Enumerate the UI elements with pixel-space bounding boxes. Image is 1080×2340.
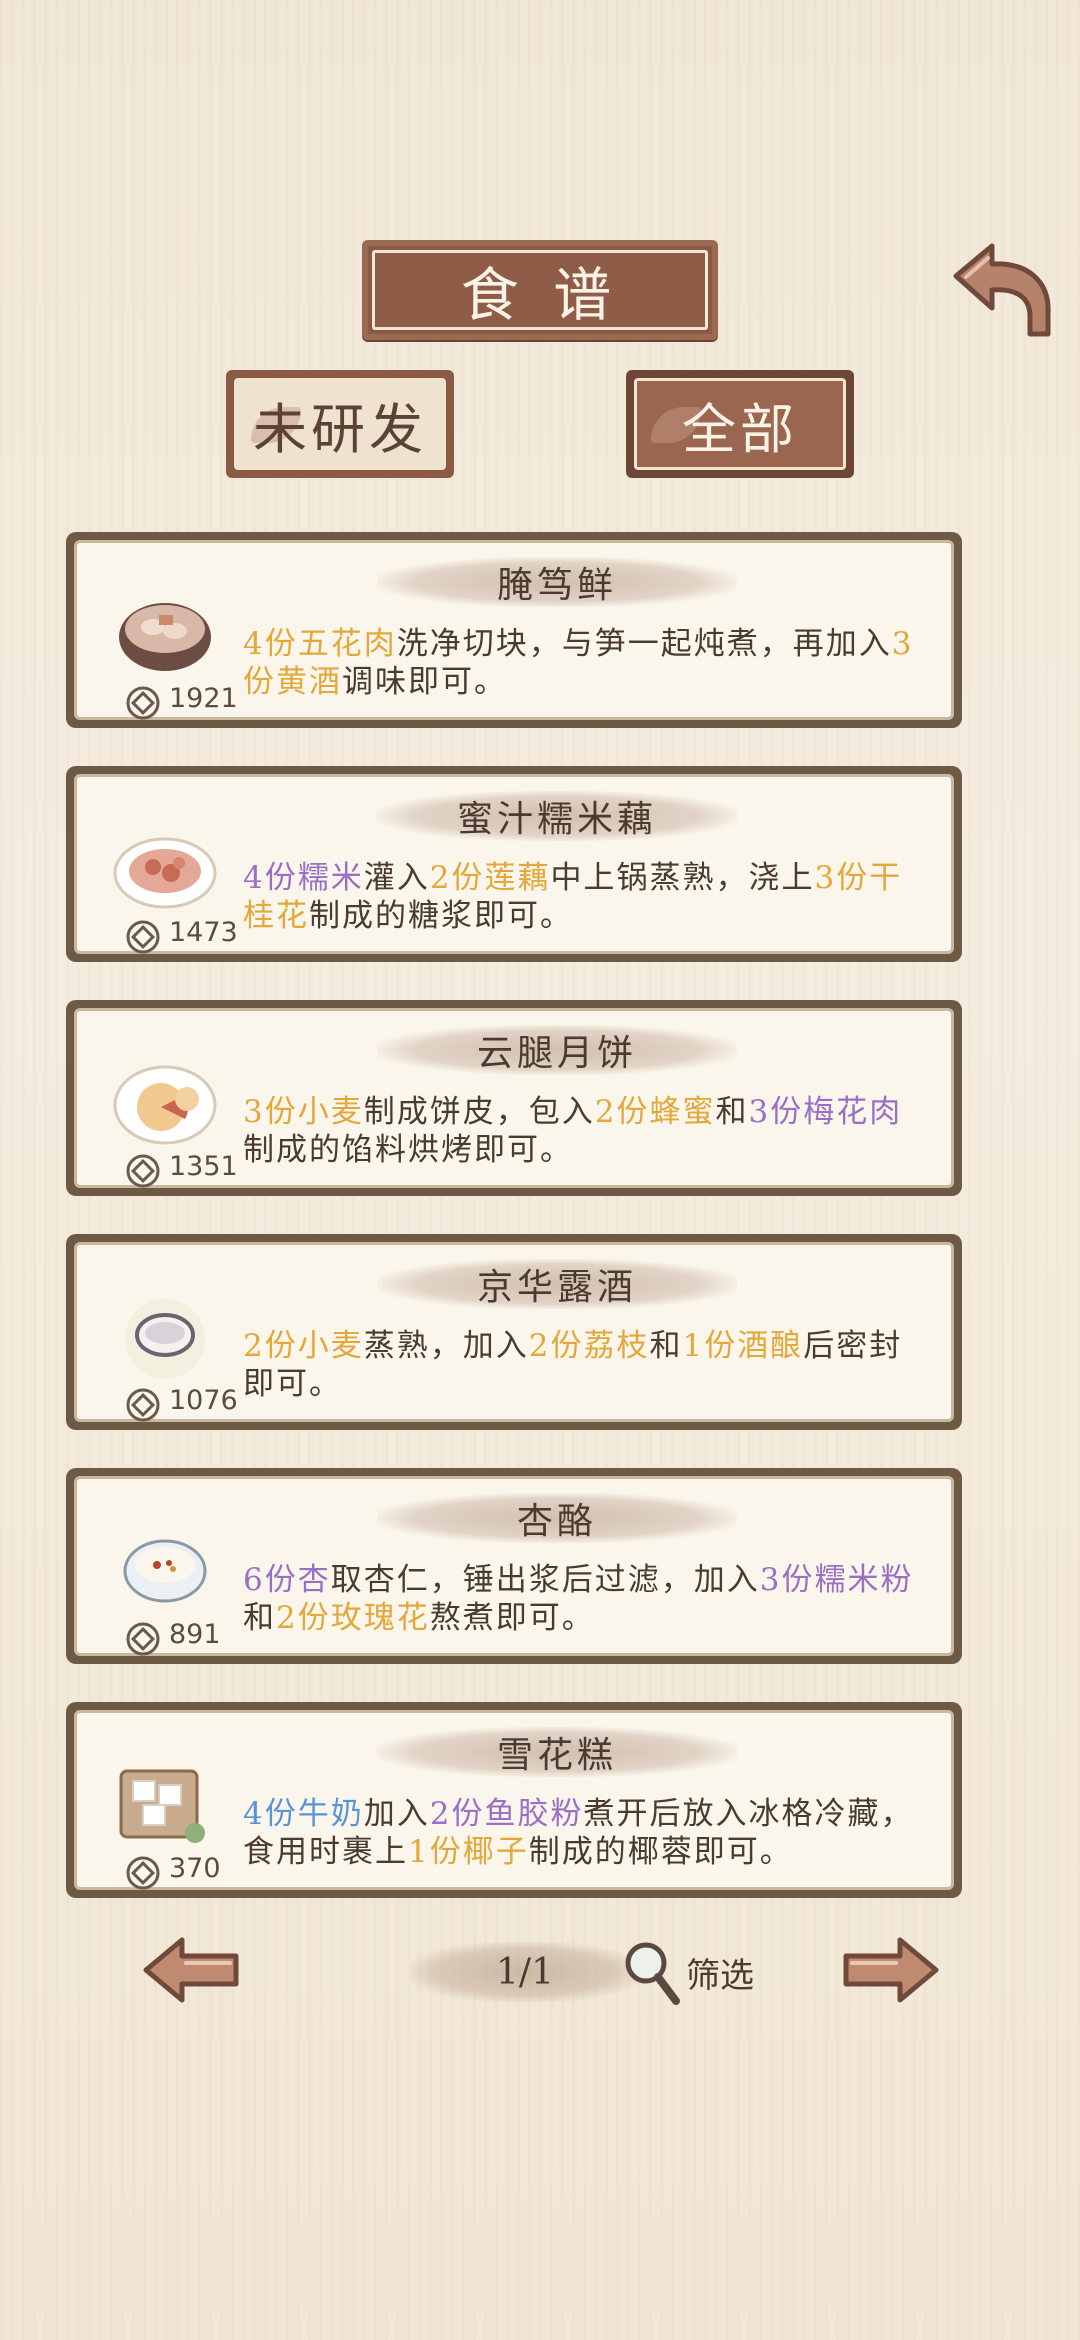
curved-back-arrow-icon	[953, 243, 1051, 337]
tab-label: 未研发	[253, 397, 427, 461]
recipe-price: 1921	[169, 683, 238, 714]
description-text: 和	[649, 1328, 683, 1364]
ingredient-highlight: 1份椰子	[408, 1834, 529, 1870]
recipe-name: 腌笃鲜	[377, 557, 737, 607]
description-text: 调味即可。	[342, 664, 507, 700]
ingredient-highlight: 1份酒酿	[682, 1328, 804, 1364]
recipe-description: 2份小麦蒸熟，加入2份荔枝和1份酒酿后密封即可。	[243, 1327, 923, 1403]
description-text: 和	[715, 1094, 749, 1130]
description-text: 和	[243, 1600, 276, 1636]
description-text: 制成的馅料烘烤即可。	[243, 1132, 573, 1168]
description-text: 熬煮即可。	[429, 1600, 595, 1636]
ingredient-highlight: 3份糯米粉	[759, 1562, 914, 1598]
coin-icon	[126, 1388, 160, 1422]
tab-all[interactable]: 全部	[626, 370, 854, 478]
description-text: 加入	[363, 1796, 430, 1832]
mooncake-plate-icon	[113, 1065, 217, 1145]
ingredient-highlight: 2份鱼胶粉	[429, 1796, 584, 1832]
coin-icon	[126, 686, 160, 720]
ingredient-highlight: 2份荔枝	[528, 1328, 650, 1364]
recipe-description: 4份五花肉洗净切块，与笋一起炖煮，再加入3份黄酒调味即可。	[243, 625, 923, 701]
description-text: 取杏仁，锤出浆后过滤，加入	[330, 1562, 760, 1598]
recipe-name: 雪花糕	[377, 1727, 737, 1777]
recipe-card[interactable]: 腌笃鲜 1921 4份五花肉洗净切块，与笋一起炖煮，再加入3份黄酒调味即可。	[66, 532, 962, 728]
ingredient-highlight: 4份五花肉	[243, 626, 397, 662]
page-title: 食 谱	[460, 261, 620, 329]
ingredient-highlight: 2份玫瑰花	[276, 1600, 430, 1636]
recipe-price: 370	[169, 1853, 221, 1884]
filter-button[interactable]: 筛选	[620, 1932, 754, 2012]
recipe-description: 6份杏取杏仁，锤出浆后过滤，加入3份糯米粉和2份玫瑰花熬煮即可。	[243, 1561, 923, 1637]
prev-page-button[interactable]	[142, 1936, 242, 2004]
recipe-description: 4份牛奶加入2份鱼胶粉煮开后放入冰格冷藏，食用时裹上1份椰子制成的椰蓉即可。	[243, 1795, 923, 1871]
description-text: 制成饼皮，包入	[363, 1094, 595, 1130]
recipe-card[interactable]: 杏酪 891 6份杏取杏仁，锤出浆后过滤，加入3份糯米粉和2份玫瑰花熬煮即可。	[66, 1468, 962, 1664]
ingredient-highlight: 3份梅花肉	[748, 1094, 903, 1130]
left-arrow-icon	[143, 1937, 239, 2003]
recipe-price: 1351	[169, 1151, 238, 1182]
coin-icon	[126, 1154, 160, 1188]
tab-label: 全部	[682, 397, 798, 461]
recipe-name: 蜜汁糯米藕	[377, 791, 737, 841]
description-text: 洗净切块，与笋一起炖煮，再加入	[396, 626, 892, 662]
description-text: 制成的椰蓉即可。	[528, 1834, 793, 1870]
ingredient-highlight: 4份牛奶	[243, 1796, 364, 1832]
description-text: 中上锅蒸熟，浇上	[550, 860, 815, 896]
coin-icon	[126, 1622, 160, 1656]
recipe-name: 京华露酒	[377, 1259, 737, 1309]
title-plaque: 食 谱	[362, 240, 718, 340]
recipe-card[interactable]: 雪花糕 370 4份牛奶加入2份鱼胶粉煮开后放入冰格冷藏，食用时裹上1份椰子制成…	[66, 1702, 962, 1898]
magnifier-icon	[625, 1942, 680, 2005]
ingredient-highlight: 6份杏	[243, 1562, 331, 1598]
snow-cake-board-icon	[119, 1769, 205, 1843]
ingredient-highlight: 2份莲藕	[429, 860, 551, 896]
page-indicator: 1/1	[410, 1942, 640, 2002]
recipe-card[interactable]: 蜜汁糯米藕 1473 4份糯米灌入2份莲藕中上锅蒸熟，浇上3份干桂花制成的糖浆即…	[66, 766, 962, 962]
tab-undeveloped[interactable]: 未研发	[226, 370, 454, 478]
next-page-button[interactable]	[840, 1936, 940, 2004]
ingredient-highlight: 4份糯米	[243, 860, 364, 896]
recipe-price: 1076	[169, 1385, 238, 1416]
almond-pudding-bowl-icon	[123, 1539, 207, 1603]
wine-cup-icon	[125, 1299, 205, 1379]
right-arrow-icon	[843, 1937, 939, 2003]
recipe-description: 3份小麦制成饼皮，包入2份蜂蜜和3份梅花肉制成的馅料烘烤即可。	[243, 1093, 923, 1169]
ingredient-highlight: 3份小麦	[243, 1094, 364, 1130]
coin-icon	[126, 920, 160, 954]
coin-icon	[126, 1856, 160, 1890]
recipe-card[interactable]: 京华露酒 1076 2份小麦蒸熟，加入2份荔枝和1份酒酿后密封即可。	[66, 1234, 962, 1430]
recipe-name: 云腿月饼	[377, 1025, 737, 1075]
recipe-description: 4份糯米灌入2份莲藕中上锅蒸熟，浇上3份干桂花制成的糖浆即可。	[243, 859, 923, 935]
description-text: 灌入	[363, 860, 430, 896]
recipe-name: 杏酪	[377, 1493, 737, 1543]
recipe-price: 891	[169, 1619, 221, 1650]
recipe-card[interactable]: 云腿月饼 1351 3份小麦制成饼皮，包入2份蜂蜜和3份梅花肉制成的馅料烘烤即可…	[66, 1000, 962, 1196]
description-text: 蒸熟，加入	[363, 1328, 529, 1364]
description-text: 制成的糖浆即可。	[309, 898, 573, 934]
ingredient-highlight: 2份小麦	[243, 1328, 364, 1364]
back-button[interactable]	[948, 240, 1058, 340]
ingredient-highlight: 2份蜂蜜	[594, 1094, 716, 1130]
recipe-price: 1473	[169, 917, 238, 948]
lotus-root-plate-icon	[113, 837, 217, 909]
filter-label: 筛选	[686, 1955, 754, 1996]
pot-stew-icon	[119, 603, 211, 671]
